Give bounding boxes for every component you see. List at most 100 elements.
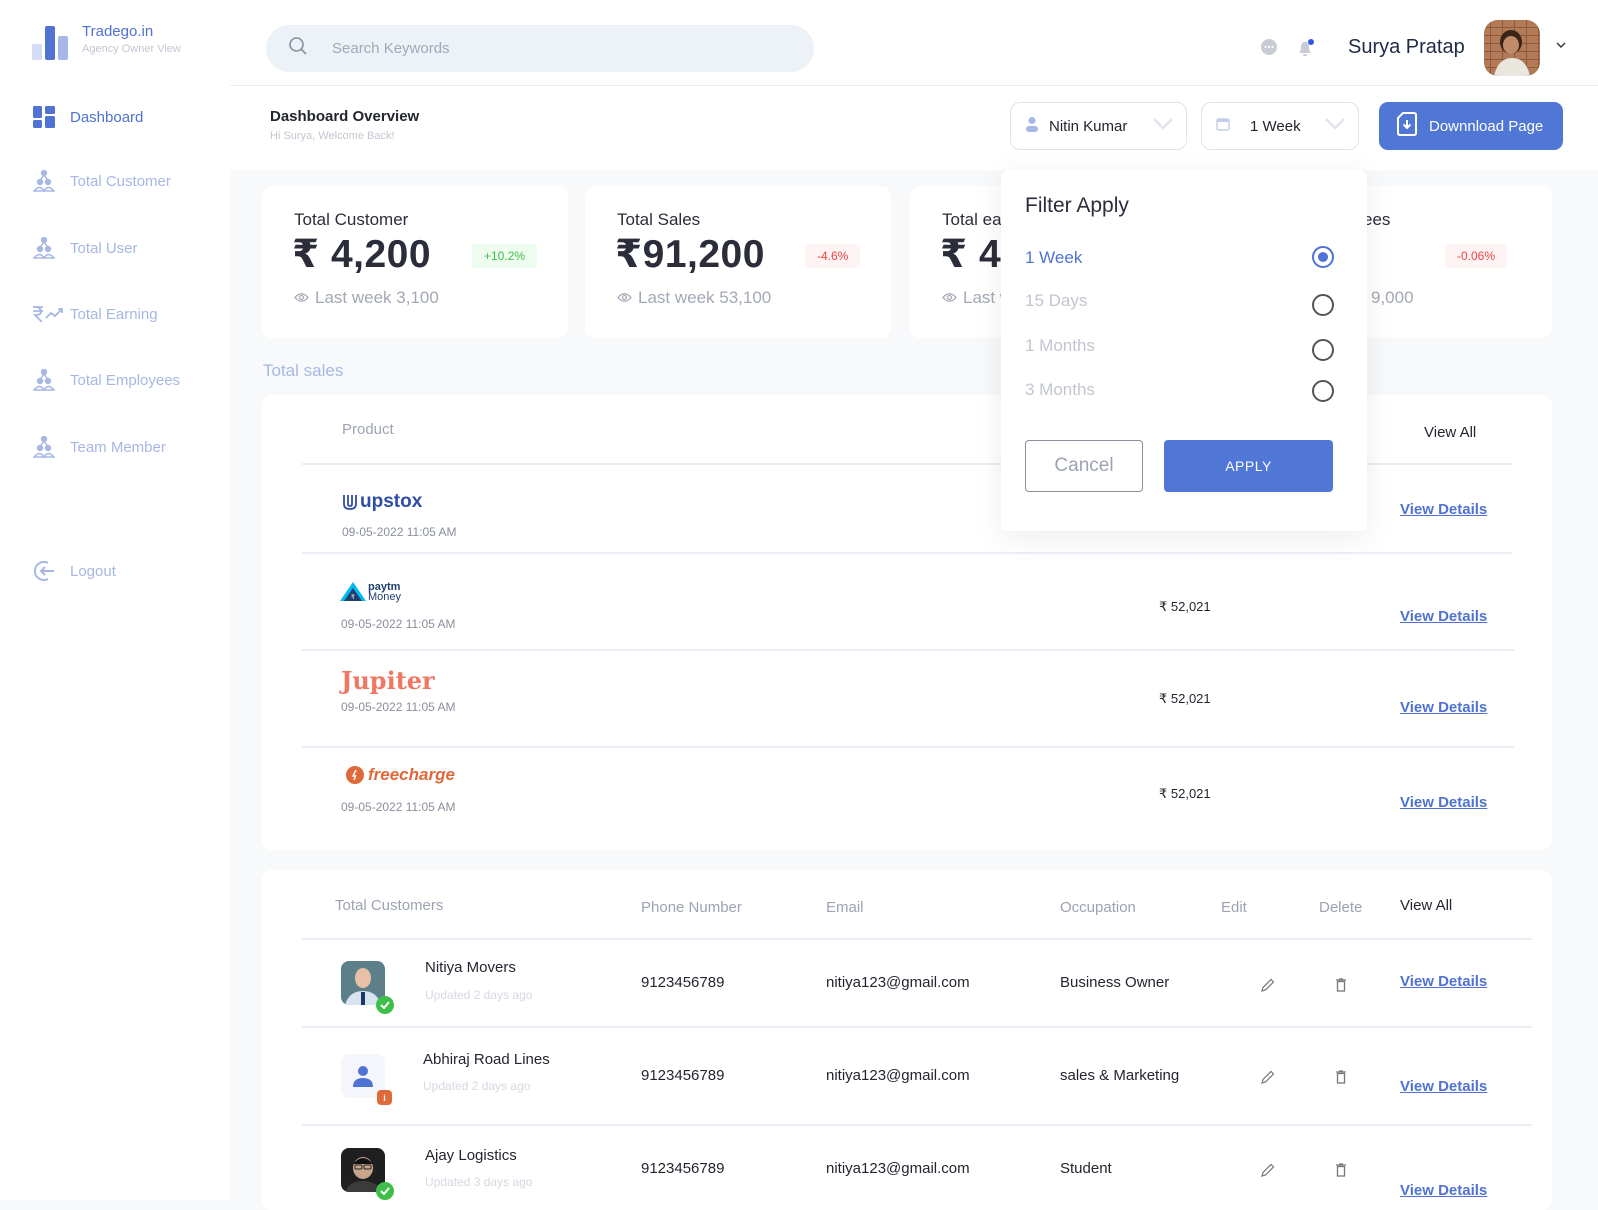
user-avatar[interactable] xyxy=(1484,20,1540,76)
customer-occupation: Student xyxy=(1060,1160,1112,1177)
people-group-icon xyxy=(32,169,56,193)
sidebar-item-label: Total Earning xyxy=(70,305,158,323)
sale-amount: ₹ 52,021 xyxy=(1159,691,1211,706)
app-subtitle: Agency Owner View xyxy=(82,43,181,55)
stat-value: ₹ 4,200 xyxy=(292,233,432,276)
search-bar[interactable] xyxy=(266,25,814,72)
svg-text:₹: ₹ xyxy=(351,594,355,601)
chevron-down-icon xyxy=(1152,117,1174,135)
page-title: Dashboard Overview xyxy=(270,108,420,125)
stat-label: Total Customer xyxy=(294,210,409,229)
column-header-occupation: Occupation xyxy=(1060,899,1136,916)
logout-label: Logout xyxy=(70,562,116,580)
filter-option-3-months[interactable]: 3 Months xyxy=(1025,380,1095,400)
customer-updated: Updated 2 days ago xyxy=(423,1079,531,1093)
customers-view-all-link[interactable]: View All xyxy=(1400,897,1452,914)
delete-trash-icon[interactable] xyxy=(1335,1070,1347,1089)
sidebar-item-label: Team Member xyxy=(70,438,166,456)
info-badge-icon: i xyxy=(377,1090,392,1105)
stat-value: ₹91,200 xyxy=(615,233,765,276)
logo-bars-icon xyxy=(32,24,68,60)
top-icons xyxy=(1260,38,1316,63)
divider xyxy=(302,938,1532,940)
divider xyxy=(302,552,1512,554)
column-header-email: Email xyxy=(826,899,864,916)
app-name: Tradego.in xyxy=(82,23,154,40)
cancel-button[interactable]: Cancel xyxy=(1025,440,1143,492)
filter-radio-1-months[interactable] xyxy=(1312,339,1334,361)
total-customers-table: Total Customers Phone Number Email Occup… xyxy=(262,870,1552,1210)
view-details-link[interactable]: View Details xyxy=(1400,794,1487,811)
view-details-link[interactable]: View Details xyxy=(1400,1078,1487,1095)
sidebar-item-dashboard[interactable]: Dashboard xyxy=(32,105,143,129)
sidebar-item-total-employees[interactable]: Total Employees xyxy=(32,368,180,392)
filter-radio-3-months[interactable] xyxy=(1312,380,1334,402)
view-details-link[interactable]: View Details xyxy=(1400,1182,1487,1199)
stat-change-badge: -4.6% xyxy=(805,244,861,268)
customer-name: Abhiraj Road Lines xyxy=(423,1051,550,1068)
download-page-label: Downnload Page xyxy=(1429,117,1544,135)
calendar-icon xyxy=(1216,117,1230,135)
topbar: Surya Pratap xyxy=(230,0,1598,86)
sale-amount: ₹ 52,021 xyxy=(1159,786,1211,801)
sales-view-all-link[interactable]: View All xyxy=(1424,424,1476,441)
bell-icon[interactable] xyxy=(1296,38,1316,63)
filter-option-15-days[interactable]: 15 Days xyxy=(1025,291,1087,311)
user-name[interactable]: Surya Pratap xyxy=(1348,36,1465,59)
chevron-down-icon[interactable] xyxy=(1556,40,1566,51)
sidebar-item-label: Dashboard xyxy=(70,108,144,126)
people-group-icon xyxy=(32,368,56,392)
filter-option-1-months[interactable]: 1 Months xyxy=(1025,336,1095,356)
people-group-icon xyxy=(32,236,56,260)
customer-phone: 9123456789 xyxy=(641,1160,725,1177)
delete-trash-icon[interactable] xyxy=(1335,1163,1347,1182)
logout-button[interactable]: Logout xyxy=(32,559,116,583)
rupee-trend-icon xyxy=(32,302,64,326)
sidebar-item-total-customer[interactable]: Total Customer xyxy=(32,169,171,193)
verified-badge-icon xyxy=(376,996,394,1014)
view-details-link[interactable]: View Details xyxy=(1400,699,1487,716)
column-header-edit: Edit xyxy=(1221,899,1247,916)
view-details-link[interactable]: View Details xyxy=(1400,608,1487,625)
divider xyxy=(302,1026,1532,1028)
divider xyxy=(302,649,1514,651)
customer-name: Nitiya Movers xyxy=(425,959,516,976)
chat-icon[interactable] xyxy=(1260,38,1278,63)
filter-option-1-week[interactable]: 1 Week xyxy=(1025,248,1082,268)
stat-label: ees xyxy=(1363,210,1391,229)
edit-pencil-icon[interactable] xyxy=(1261,1070,1275,1089)
person-icon xyxy=(1025,116,1039,136)
verified-badge-icon xyxy=(376,1182,394,1200)
person-select[interactable]: Nitin Kumar xyxy=(1010,102,1187,150)
filter-radio-15-days[interactable] xyxy=(1312,294,1334,316)
edit-pencil-icon[interactable] xyxy=(1261,978,1275,997)
customer-phone: 9123456789 xyxy=(641,974,725,991)
customer-updated: Updated 2 days ago xyxy=(425,988,533,1002)
stat-change-badge: +10.2% xyxy=(472,244,538,268)
sale-timestamp: 09-05-2022 11:05 AM xyxy=(342,525,457,539)
edit-pencil-icon[interactable] xyxy=(1261,1163,1275,1182)
delete-trash-icon[interactable] xyxy=(1335,978,1347,997)
customer-phone: 9123456789 xyxy=(641,1067,725,1084)
sale-amount: ₹ 52,021 xyxy=(1159,599,1211,614)
customer-occupation: Business Owner xyxy=(1060,974,1170,991)
sidebar-item-team-member[interactable]: Team Member xyxy=(32,435,166,459)
period-select[interactable]: 1 Week xyxy=(1201,102,1359,150)
person-select-value: Nitin Kumar xyxy=(1049,117,1128,135)
sale-timestamp: 09-05-2022 11:05 AM xyxy=(341,617,456,631)
filter-radio-1-week[interactable] xyxy=(1312,246,1334,268)
divider xyxy=(302,746,1514,748)
app-logo[interactable]: Tradego.in Agency Owner View xyxy=(32,22,181,60)
sidebar-item-total-user[interactable]: Total User xyxy=(32,236,138,260)
page-header: Dashboard Overview Hi Surya, Welcome Bac… xyxy=(230,86,1598,170)
stat-change-badge: -0.06% xyxy=(1445,244,1508,268)
eye-icon xyxy=(617,288,632,308)
view-details-link[interactable]: View Details xyxy=(1400,973,1487,990)
sale-timestamp: 09-05-2022 11:05 AM xyxy=(341,800,456,814)
download-page-button[interactable]: Downnload Page xyxy=(1379,102,1563,150)
search-input[interactable] xyxy=(332,40,752,57)
sidebar-item-total-earning[interactable]: Total Earning xyxy=(32,302,158,326)
customer-name: Ajay Logistics xyxy=(425,1147,517,1164)
apply-button[interactable]: APPLY xyxy=(1164,440,1333,492)
view-details-link[interactable]: View Details xyxy=(1400,501,1487,518)
